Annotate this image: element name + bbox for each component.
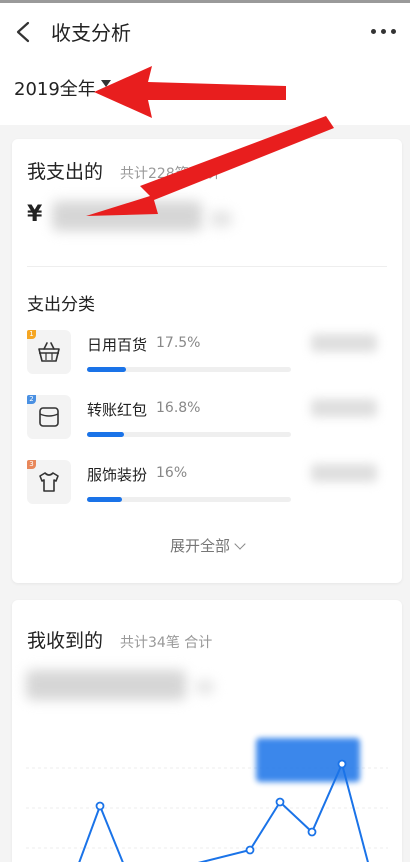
caret-down-icon[interactable] [101, 80, 111, 87]
chart-point[interactable] [307, 827, 317, 837]
year-filter-dropdown[interactable]: 2019全年 [14, 75, 96, 101]
expense-currency: ¥ [27, 202, 43, 227]
category-progress-fill [87, 367, 126, 372]
category-percent: 16% [156, 465, 188, 481]
chart-point[interactable] [337, 759, 347, 769]
rank-badge: 1 [27, 330, 36, 339]
expense-summary: 共计228笔 合计 [120, 166, 222, 182]
page-title: 收支分析 [51, 21, 131, 45]
category-name: 转账红包 [87, 401, 148, 419]
category-progress-track [87, 367, 291, 372]
income-trend-chart [26, 738, 388, 862]
category-percent: 16.8% [156, 400, 201, 416]
income-amount-blurred [26, 670, 186, 700]
chart-point[interactable] [245, 845, 255, 855]
income-card: 我收到的 共计34笔 合计 [12, 600, 402, 862]
year-filter-bar: 2019全年 [0, 59, 410, 125]
more-dots-icon[interactable] [371, 29, 396, 34]
income-amount-blurred-tail [196, 680, 214, 694]
category-percent: 17.5% [156, 335, 201, 351]
rank-badge: 2 [27, 395, 36, 404]
expand-all-label: 展开全部 [169, 537, 230, 555]
chevron-down-icon [234, 538, 246, 550]
category-progress-fill [87, 497, 122, 502]
expense-title: 我支出的 [27, 161, 104, 183]
category-amount-blurred [311, 399, 377, 417]
expense-card: 我支出的 共计228笔 合计 ¥ 支出分类 1 日用百货 17.5% 2 转账红… [12, 139, 402, 583]
basket-icon: 1 [27, 330, 71, 374]
category-item-clothing[interactable]: 3 服饰装扮 16% [27, 460, 387, 516]
divider [27, 266, 387, 267]
category-amount-blurred [311, 334, 377, 352]
income-summary: 共计34笔 合计 [120, 635, 213, 651]
category-name: 日用百货 [87, 336, 148, 354]
chart-point[interactable] [275, 797, 285, 807]
category-item-daily-goods[interactable]: 1 日用百货 17.5% [27, 330, 387, 386]
wallet-icon: 2 [27, 395, 71, 439]
chevron-left-icon[interactable] [14, 21, 34, 43]
category-progress-track [87, 497, 291, 502]
expense-amount-blurred-tail [210, 211, 232, 227]
expense-amount-blurred [52, 201, 202, 231]
navigation-bar: 收支分析 [0, 3, 410, 59]
category-item-transfer[interactable]: 2 转账红包 16.8% [27, 395, 387, 451]
category-progress-fill [87, 432, 124, 437]
category-title: 支出分类 [27, 295, 95, 315]
expand-all-button[interactable]: 展开全部 [12, 535, 402, 556]
chart-point[interactable] [95, 801, 105, 811]
category-progress-track [87, 432, 291, 437]
rank-badge: 3 [27, 460, 36, 469]
category-name: 服饰装扮 [87, 466, 148, 484]
income-title: 我收到的 [27, 630, 104, 652]
category-amount-blurred [311, 464, 377, 482]
shirt-icon: 3 [27, 460, 71, 504]
